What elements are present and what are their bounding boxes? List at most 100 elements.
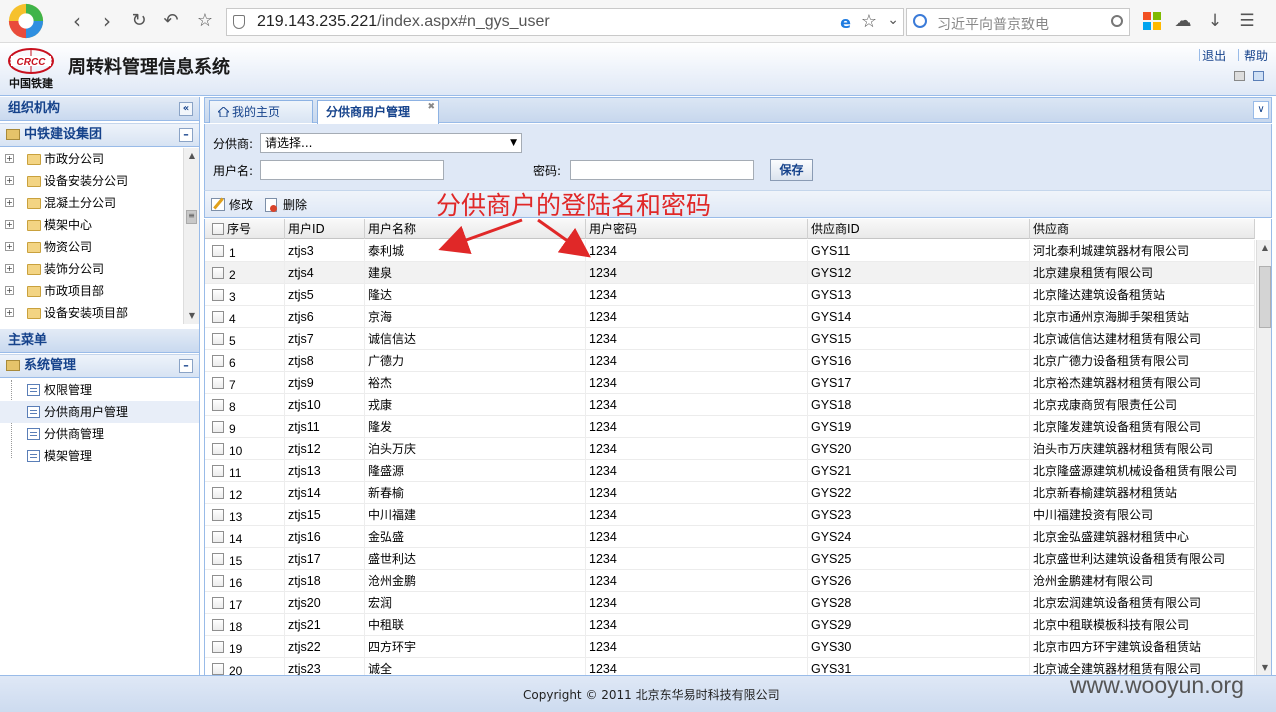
save-button[interactable]: 保存 bbox=[770, 159, 813, 181]
cloud-icon[interactable]: ☁ bbox=[1172, 10, 1194, 32]
tree-item[interactable]: + 市政项目部 bbox=[0, 280, 183, 302]
table-row[interactable]: 3 ztjs5 隆达 1234 GYS13 北京隆达建筑设备租赁站 bbox=[205, 284, 1255, 306]
chevron-down-icon[interactable]: ⌄ bbox=[887, 12, 899, 28]
row-checkbox[interactable] bbox=[212, 355, 224, 367]
row-checkbox[interactable] bbox=[212, 377, 224, 389]
table-row[interactable]: 19 ztjs22 四方环宇 1234 GYS30 北京市四方环宇建筑设备租赁站 bbox=[205, 636, 1255, 658]
menu-group-header[interactable]: 系统管理 – bbox=[0, 354, 199, 378]
row-checkbox[interactable] bbox=[212, 531, 224, 543]
address-bar[interactable]: 219.143.235.221/index.aspx#n_gys_user e … bbox=[226, 8, 904, 36]
table-row[interactable]: 5 ztjs7 诚信信达 1234 GYS15 北京诚信信达建材租赁有限公司 bbox=[205, 328, 1255, 350]
table-row[interactable]: 15 ztjs17 盛世利达 1234 GYS25 北京盛世利达建筑设备租赁有限公司 bbox=[205, 548, 1255, 570]
row-checkbox[interactable] bbox=[212, 333, 224, 345]
expand-icon[interactable]: + bbox=[5, 264, 14, 273]
expand-icon[interactable]: + bbox=[5, 198, 14, 207]
apps-grid-icon[interactable] bbox=[1143, 12, 1161, 30]
expand-icon[interactable]: + bbox=[5, 154, 14, 163]
forward-icon[interactable]: › bbox=[94, 8, 120, 34]
supplier-select[interactable]: 请选择... ▼ bbox=[260, 133, 522, 153]
org-group-header[interactable]: 中铁建设集团 – bbox=[0, 123, 199, 147]
expand-icon[interactable]: + bbox=[5, 220, 14, 229]
edit-button[interactable]: 修改 bbox=[211, 196, 253, 214]
minimize-icon[interactable] bbox=[1234, 71, 1245, 81]
favorite-star-icon[interactable]: ☆ bbox=[861, 11, 877, 32]
row-checkbox[interactable] bbox=[212, 421, 224, 433]
browser-logo-icon[interactable] bbox=[6, 2, 46, 40]
search-box[interactable]: 习近平向普京致电 bbox=[906, 8, 1130, 36]
table-row[interactable]: 17 ztjs20 宏润 1234 GYS28 北京宏润建筑设备租赁有限公司 bbox=[205, 592, 1255, 614]
menu-item-formwork[interactable]: 模架管理 bbox=[0, 445, 199, 467]
search-input[interactable]: 习近平向普京致电 bbox=[937, 14, 1049, 34]
tree-item[interactable]: + 设备安装项目部 bbox=[0, 302, 183, 324]
row-checkbox[interactable] bbox=[212, 663, 224, 675]
grid-scrollbar[interactable]: ▲ ▼ bbox=[1256, 240, 1271, 675]
download-icon[interactable]: ↓ bbox=[1204, 10, 1226, 32]
menu-item-permissions[interactable]: 权限管理 bbox=[0, 379, 199, 401]
tab-supplier-users[interactable]: 分供商用户管理 ✖ bbox=[317, 100, 439, 124]
row-checkbox[interactable] bbox=[212, 619, 224, 631]
tree-item[interactable]: + 物资公司 bbox=[0, 236, 183, 258]
collapse-group-icon[interactable]: – bbox=[179, 128, 193, 142]
address-text[interactable]: 219.143.235.221/index.aspx#n_gys_user bbox=[257, 13, 550, 31]
scroll-up-icon[interactable]: ▲ bbox=[184, 148, 200, 164]
maximize-icon[interactable] bbox=[1253, 71, 1264, 81]
bookmark-star-icon[interactable]: ☆ bbox=[192, 8, 218, 34]
column-header[interactable]: 用户名称 bbox=[365, 219, 586, 239]
row-checkbox[interactable] bbox=[212, 553, 224, 565]
row-checkbox[interactable] bbox=[212, 311, 224, 323]
table-row[interactable]: 18 ztjs21 中租联 1234 GYS29 北京中租联模板科技有限公司 bbox=[205, 614, 1255, 636]
row-checkbox[interactable] bbox=[212, 267, 224, 279]
row-checkbox[interactable] bbox=[212, 399, 224, 411]
tree-item[interactable]: + 装饰分公司 bbox=[0, 258, 183, 280]
delete-button[interactable]: 删除 bbox=[265, 196, 307, 214]
password-input[interactable] bbox=[570, 160, 754, 180]
table-row[interactable]: 13 ztjs15 中川福建 1234 GYS23 中川福建投资有限公司 bbox=[205, 504, 1255, 526]
table-row[interactable]: 7 ztjs9 裕杰 1234 GYS17 北京裕杰建筑器材租赁有限公司 bbox=[205, 372, 1255, 394]
table-row[interactable]: 2 ztjs4 建泉 1234 GYS12 北京建泉租赁有限公司 bbox=[205, 262, 1255, 284]
tree-item[interactable]: + 混凝土分公司 bbox=[0, 192, 183, 214]
table-row[interactable]: 9 ztjs11 隆发 1234 GYS19 北京隆发建筑设备租赁有限公司 bbox=[205, 416, 1255, 438]
tree-item[interactable]: + 设备安装分公司 bbox=[0, 170, 183, 192]
table-row[interactable]: 8 ztjs10 戎康 1234 GYS18 北京戎康商贸有限责任公司 bbox=[205, 394, 1255, 416]
scroll-down-icon[interactable]: ▼ bbox=[184, 308, 200, 324]
tree-item[interactable]: + 模架中心 bbox=[0, 214, 183, 236]
scroll-down-icon[interactable]: ▼ bbox=[1257, 660, 1271, 675]
row-checkbox[interactable] bbox=[212, 509, 224, 521]
expand-icon[interactable]: + bbox=[5, 176, 14, 185]
row-checkbox[interactable] bbox=[212, 641, 224, 653]
reload-icon[interactable]: ↻ bbox=[126, 8, 152, 34]
table-row[interactable]: 14 ztjs16 金弘盛 1234 GYS24 北京金弘盛建筑器材租赁中心 bbox=[205, 526, 1255, 548]
row-checkbox[interactable] bbox=[212, 487, 224, 499]
menu-item-supplier-users[interactable]: 分供商用户管理 bbox=[0, 401, 199, 423]
table-row[interactable]: 10 ztjs12 泊头万庆 1234 GYS20 泊头市万庆建筑器材租赁有限公司 bbox=[205, 438, 1255, 460]
row-checkbox[interactable] bbox=[212, 465, 224, 477]
row-checkbox[interactable] bbox=[212, 245, 224, 257]
table-row[interactable]: 6 ztjs8 广德力 1234 GYS16 北京广德力设备租赁有限公司 bbox=[205, 350, 1255, 372]
collapse-left-icon[interactable]: « bbox=[179, 102, 193, 116]
undo-icon[interactable]: ↶ bbox=[158, 8, 184, 34]
select-all-checkbox[interactable] bbox=[212, 223, 224, 235]
search-icon[interactable] bbox=[1111, 15, 1123, 27]
row-checkbox[interactable] bbox=[212, 289, 224, 301]
menu-item-suppliers[interactable]: 分供商管理 bbox=[0, 423, 199, 445]
table-row[interactable]: 11 ztjs13 隆盛源 1234 GYS21 北京隆盛源建筑机械设备租赁有限公司 bbox=[205, 460, 1255, 482]
column-header[interactable]: 用户ID bbox=[285, 219, 365, 239]
scroll-up-icon[interactable]: ▲ bbox=[1257, 240, 1271, 256]
scroll-thumb[interactable]: ≡ bbox=[186, 210, 197, 224]
collapse-group-icon[interactable]: – bbox=[179, 359, 193, 373]
chevron-down-icon[interactable]: ▼ bbox=[510, 134, 517, 152]
table-row[interactable]: 12 ztjs14 新春榆 1234 GYS22 北京新春榆建筑器材租赁站 bbox=[205, 482, 1255, 504]
tree-item[interactable]: + 市政分公司 bbox=[0, 148, 183, 170]
logout-link[interactable]: 退出 bbox=[1202, 49, 1226, 63]
scroll-thumb[interactable] bbox=[1259, 266, 1271, 328]
menu-icon[interactable]: ☰ bbox=[1236, 10, 1258, 32]
close-tab-icon[interactable]: ✖ bbox=[427, 102, 435, 112]
column-header[interactable]: 序号 bbox=[205, 219, 285, 239]
column-header[interactable]: 用户密码 bbox=[586, 219, 808, 239]
tree-scrollbar[interactable]: ▲ ≡ ▼ bbox=[183, 148, 199, 324]
table-row[interactable]: 1 ztjs3 泰利城 1234 GYS11 河北泰利城建筑器材有限公司 bbox=[205, 240, 1255, 262]
column-header[interactable]: 供应商ID bbox=[808, 219, 1030, 239]
table-row[interactable]: 4 ztjs6 京海 1234 GYS14 北京市通州京海脚手架租赁站 bbox=[205, 306, 1255, 328]
tab-home[interactable]: 我的主页 bbox=[209, 100, 313, 123]
tab-scroll-icon[interactable]: ∨ bbox=[1253, 101, 1269, 119]
